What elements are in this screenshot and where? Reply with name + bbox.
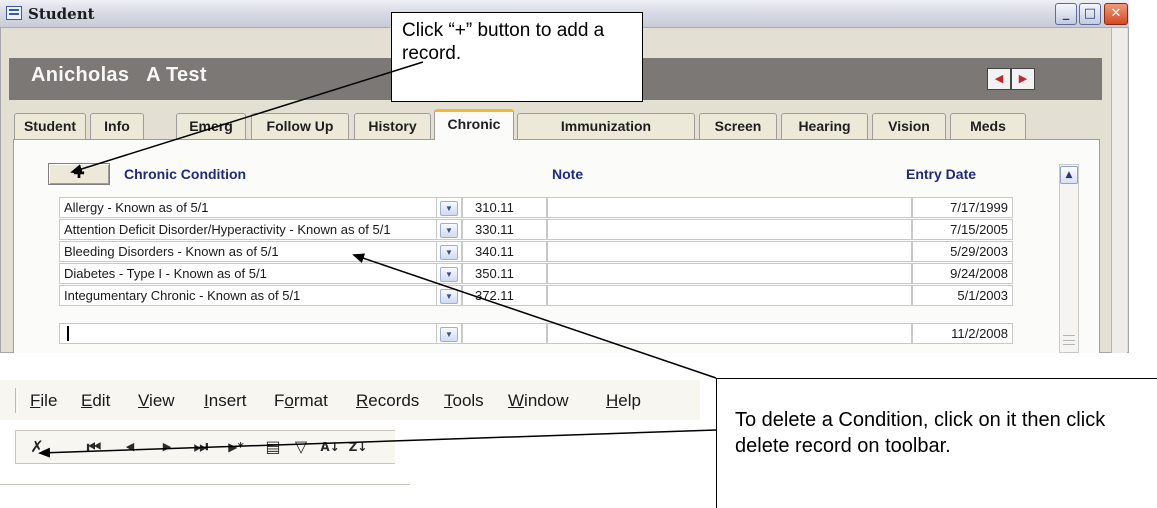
new-record-row[interactable]: ▼ 11/2/2008: [59, 323, 1013, 344]
column-header-note: Note: [552, 166, 584, 182]
menu-records[interactable]: Records: [356, 391, 419, 411]
add-record-button[interactable]: ✚: [48, 163, 110, 185]
maximize-button[interactable]: □: [1079, 3, 1101, 25]
condition-dropdown[interactable]: ▼: [437, 241, 462, 262]
window-title: Student: [28, 5, 95, 23]
column-header-entry-date: Entry Date: [906, 166, 977, 182]
add-record-callout: Click “+” button to add a record.: [391, 12, 643, 102]
note-field[interactable]: [547, 285, 912, 306]
condition-row[interactable]: Integumentary Chronic - Known as of 5/1 …: [59, 285, 1013, 306]
dropdown-arrow-icon[interactable]: ▼: [440, 267, 458, 282]
menu-view[interactable]: View: [138, 391, 175, 411]
condition-dropdown[interactable]: ▼: [437, 263, 462, 284]
last-record-icon[interactable]: ⏭: [191, 436, 211, 458]
entry-date-field[interactable]: 11/2/2008: [912, 323, 1013, 344]
menu-edit[interactable]: Edit: [81, 391, 110, 411]
menu-grip-handle[interactable]: [15, 388, 18, 413]
tab-emerg[interactable]: Emerg: [176, 113, 246, 139]
condition-row[interactable]: Bleeding Disorders - Known as of 5/1 ▼ 3…: [59, 241, 1013, 262]
menu-window[interactable]: Window: [508, 391, 568, 411]
condition-code: 350.11: [462, 263, 547, 284]
dropdown-arrow-icon[interactable]: ▼: [440, 201, 458, 216]
filter-icon[interactable]: ▽: [290, 436, 312, 458]
tab-history[interactable]: History: [354, 113, 431, 139]
condition-field[interactable]: Attention Deficit Disorder/Hyperactivity…: [59, 219, 437, 240]
tab-vision[interactable]: Vision: [872, 113, 946, 139]
form-icon: [6, 6, 22, 20]
tab-hearing[interactable]: Hearing: [781, 113, 868, 139]
new-record-icon[interactable]: ▶*: [222, 436, 250, 458]
previous-student-button[interactable]: ◀: [987, 68, 1011, 90]
condition-dropdown[interactable]: ▼: [437, 197, 462, 218]
condition-field[interactable]: [59, 323, 437, 344]
entry-date-field[interactable]: 7/17/1999: [912, 197, 1013, 218]
condition-code: 330.11: [462, 219, 547, 240]
menu-format[interactable]: Format: [274, 391, 328, 411]
entry-date-field[interactable]: 7/15/2005: [912, 219, 1013, 240]
condition-code: [462, 323, 547, 344]
delete-record-icon[interactable]: ✗: [26, 436, 48, 458]
next-student-button[interactable]: ▶: [1011, 68, 1035, 90]
condition-dropdown[interactable]: ▼: [437, 285, 462, 306]
sort-descending-icon[interactable]: Z↓: [346, 436, 370, 458]
menu-insert[interactable]: Insert: [204, 391, 247, 411]
dropdown-arrow-icon[interactable]: ▼: [440, 223, 458, 238]
tab-chronic[interactable]: Chronic: [434, 109, 514, 140]
first-record-icon[interactable]: ⏮: [84, 436, 104, 458]
condition-field[interactable]: Integumentary Chronic - Known as of 5/1: [59, 285, 437, 306]
window-scrollbar[interactable]: [1111, 28, 1127, 353]
text-cursor: [67, 326, 69, 341]
condition-field[interactable]: Allergy - Known as of 5/1: [59, 197, 437, 218]
delete-record-callout: To delete a Condition, click on it then …: [716, 378, 1157, 508]
condition-row[interactable]: Allergy - Known as of 5/1 ▼ 310.11 7/17/…: [59, 197, 1013, 218]
note-field[interactable]: [547, 323, 912, 344]
tab-immunization[interactable]: Immunization: [517, 113, 695, 139]
condition-code: 340.11: [462, 241, 547, 262]
note-field[interactable]: [547, 263, 912, 284]
condition-code: 310.11: [462, 197, 547, 218]
entry-date-field[interactable]: 9/24/2008: [912, 263, 1013, 284]
filter-by-form-icon[interactable]: ▤: [263, 436, 283, 458]
note-field[interactable]: [547, 197, 912, 218]
menu-tools[interactable]: Tools: [444, 391, 484, 411]
note-field[interactable]: [547, 219, 912, 240]
scroll-up-arrow-icon[interactable]: ▲: [1060, 166, 1078, 184]
close-button[interactable]: ✕: [1104, 3, 1128, 25]
tab-screen[interactable]: Screen: [699, 113, 777, 139]
student-name: Anicholas A Test: [31, 64, 207, 86]
condition-dropdown[interactable]: ▼: [437, 323, 462, 344]
tab-student[interactable]: Student: [14, 113, 86, 139]
dropdown-arrow-icon[interactable]: ▼: [440, 327, 458, 342]
list-scrollbar[interactable]: [1059, 164, 1079, 353]
tab-info[interactable]: Info: [90, 113, 144, 139]
entry-date-field[interactable]: 5/29/2003: [912, 241, 1013, 262]
condition-field[interactable]: Diabetes - Type I - Known as of 5/1: [59, 263, 437, 284]
toolbar-divider: [0, 484, 410, 485]
dropdown-arrow-icon[interactable]: ▼: [440, 289, 458, 304]
condition-dropdown[interactable]: ▼: [437, 219, 462, 240]
condition-field[interactable]: Bleeding Disorders - Known as of 5/1: [59, 241, 437, 262]
condition-row[interactable]: Diabetes - Type I - Known as of 5/1 ▼ 35…: [59, 263, 1013, 284]
minimize-button[interactable]: _: [1055, 3, 1077, 25]
menu-help[interactable]: Help: [606, 391, 641, 411]
tab-follow-up[interactable]: Follow Up: [251, 113, 349, 139]
menu-file[interactable]: File: [30, 391, 57, 411]
note-field[interactable]: [547, 241, 912, 262]
entry-date-field[interactable]: 5/1/2003: [912, 285, 1013, 306]
condition-code: 372.11: [462, 285, 547, 306]
scroll-thumb-grip[interactable]: [1063, 335, 1075, 345]
tab-meds[interactable]: Meds: [950, 113, 1026, 139]
dropdown-arrow-icon[interactable]: ▼: [440, 245, 458, 260]
condition-row[interactable]: Attention Deficit Disorder/Hyperactivity…: [59, 219, 1013, 240]
column-header-condition: Chronic Condition: [124, 166, 247, 182]
previous-record-icon[interactable]: ◀: [120, 436, 140, 458]
sort-ascending-icon[interactable]: A↓: [318, 436, 342, 458]
next-record-icon[interactable]: ▶: [157, 436, 177, 458]
